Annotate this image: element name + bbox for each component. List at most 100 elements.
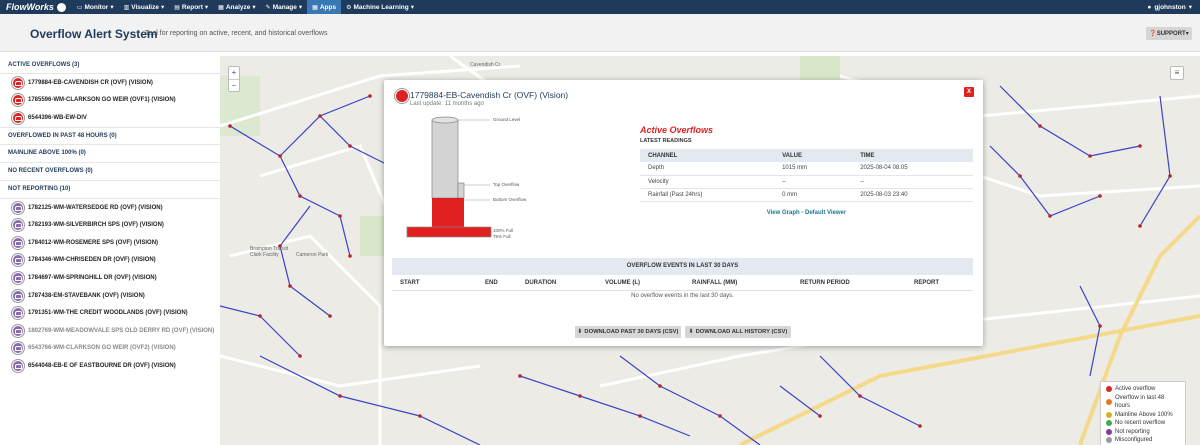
nav-monitor[interactable]: ▭ Monitor ▾ — [72, 0, 119, 14]
legend-dot-icon — [1106, 420, 1112, 427]
manhole-diagram — [406, 116, 492, 238]
user-menu[interactable]: ● gjohnston ▾ — [1147, 3, 1200, 12]
nav-machine-learning[interactable]: ⚙ Machine Learning ▾ — [341, 0, 419, 14]
not-reporting-header[interactable]: NOT REPORTING (10) — [0, 181, 220, 199]
table-row: Depth 1015 mm 2025-08-04 08:05 — [640, 162, 973, 176]
top-navbar: FlowWorks ▭ Monitor ▾ ▥ Visualize ▾ ▤ Report ▾… — [0, 0, 1200, 14]
events-columns: START END DURATION VOLUME (L) RAINFALL (… — [392, 278, 973, 291]
table-row: Velocity -- -- — [640, 175, 973, 189]
site-item[interactable]: 6544048-EB-E OF EASTBOURNE DR (OVF) (VIS… — [0, 357, 220, 375]
table-row: Rainfall (Past 24hrs) 0 mm 2025-08-03 23… — [640, 188, 973, 202]
legend-dot-icon — [1106, 411, 1112, 418]
nav-apps[interactable]: ▦ Apps — [307, 0, 342, 14]
col-duration: DURATION — [525, 280, 557, 286]
legend-dot-icon — [1106, 428, 1112, 435]
zoom-control: + − — [228, 66, 240, 92]
nav-report[interactable]: ▤ Report ▾ — [169, 0, 213, 14]
site-item[interactable]: 1785596-WM-CLARKSON GO WEIR (OVF1) (VISI… — [0, 92, 220, 110]
park-area — [800, 56, 840, 81]
manhole-icon — [12, 271, 24, 284]
active-overflows-header[interactable]: ACTIVE OVERFLOWS (3) — [0, 56, 220, 74]
wrench-icon: ✎ — [265, 4, 271, 11]
view-graph-link[interactable]: View Graph - Default Viewer — [640, 210, 973, 216]
col-value: VALUE — [774, 149, 853, 162]
manhole-icon — [12, 307, 24, 320]
map-label: Cameron Park — [296, 252, 329, 258]
zoom-in-button[interactable]: + — [229, 67, 239, 79]
manhole-icon — [12, 359, 24, 372]
close-button[interactable]: X — [964, 87, 974, 97]
chart-icon: ▥ — [123, 4, 130, 11]
site-item[interactable]: 1782125-WM-WATERSEDGE RD (OVF) (VISION) — [0, 199, 220, 217]
past-48-header[interactable]: OVERFLOWED IN PAST 48 HOURS (0) — [0, 126, 220, 145]
events-header: OVERFLOW EVENTS IN LAST 30 DAYS — [392, 258, 973, 275]
legend-item: Active overflow — [1106, 385, 1180, 394]
caret-icon: ▾ — [410, 4, 414, 11]
manhole-icon — [12, 236, 24, 249]
question-icon: ❓ — [1149, 31, 1157, 37]
active-overflows-title: Active Overflows — [640, 125, 714, 135]
legend-dot-icon — [1106, 399, 1112, 405]
mainline-header[interactable]: MAINLINE ABOVE 100% (0) — [0, 145, 220, 163]
site-item[interactable]: 1784012-WM-ROSEMERE SPS (OVF) (VISION) — [0, 234, 220, 252]
latest-readings-label: LATEST READINGS — [640, 138, 692, 144]
layers-button[interactable]: ≡ — [1170, 66, 1184, 80]
monitor-icon: ▭ — [76, 4, 83, 11]
park-area — [220, 76, 260, 136]
col-rainfall: RAINFALL (MM) — [692, 280, 738, 286]
site-item[interactable]: 1791351-WM-THE CREDIT WOODLANDS (OVF) (V… — [0, 304, 220, 322]
download-30-days-button[interactable]: ⬇ DOWNLOAD PAST 30 DAYS (CSV) — [575, 326, 681, 338]
site-item[interactable]: 1779884-EB-CAVENDISH CR (OVF) (VISION) — [0, 74, 220, 92]
site-sidebar: ACTIVE OVERFLOWS (3) 1779884-EB-CAVENDIS… — [0, 56, 220, 445]
download-icon: ⬇ — [577, 329, 583, 335]
caret-icon: ▾ — [252, 4, 256, 11]
map-label: Cavendish Cr — [470, 62, 501, 68]
map-label: Brampton Transit Clark Facility — [250, 246, 289, 258]
brand-name: FlowWorks — [6, 2, 54, 12]
caret-icon: ▾ — [204, 4, 209, 11]
no-recent-header[interactable]: NO RECENT OVERFLOWS (0) — [0, 163, 220, 181]
legend-item: Overflow in last 48 hours — [1106, 394, 1180, 411]
site-item[interactable]: 1787438-EM-STAVEBANK (OVF) (VISION) — [0, 287, 220, 305]
site-item[interactable]: 1802769-WM-MEADOWVALE SPS OLD DERRY RD (… — [0, 322, 220, 340]
map-legend: Active overflow Overflow in last 48 hour… — [1100, 381, 1186, 445]
manhole-icon — [12, 342, 24, 355]
col-return-period: RETURN PERIOD — [800, 280, 850, 286]
top-overflow-label: Top Overflow — [493, 182, 520, 187]
page-subtitle: Tool for reporting on active, recent, an… — [145, 30, 328, 37]
site-item[interactable]: 6543766-WM-CLARKSON GO WEIR (OVF2) (VISI… — [0, 340, 220, 358]
col-channel: CHANNEL — [640, 149, 775, 162]
site-item[interactable]: 1784697-WM-SPRINGHILL DR (OVF) (VISION) — [0, 269, 220, 287]
zoom-out-button[interactable]: − — [229, 79, 239, 91]
caret-icon: ▾ — [160, 4, 165, 11]
legend-item: Not reporting — [1106, 428, 1180, 437]
user-name: gjohnston — [1154, 3, 1186, 11]
full-100-label: 100% Full — [493, 228, 514, 233]
user-icon: ● — [1147, 3, 1152, 11]
caret-icon: ▾ — [1185, 31, 1189, 37]
col-report: REPORT — [914, 280, 940, 286]
popup-last-update: Last update: 11 months ago — [410, 101, 484, 107]
brand[interactable]: FlowWorks — [0, 2, 72, 12]
no-events-message: No overflow events in the last 30 days. — [631, 293, 734, 299]
bottom-overflow-label: Bottom Overflow — [493, 197, 527, 202]
site-item[interactable]: 6544396-WB-EW-DIV — [0, 109, 220, 127]
analyze-icon: ▦ — [218, 4, 224, 11]
col-time: TIME — [852, 149, 973, 162]
caret-icon: ▾ — [1188, 4, 1192, 11]
download-all-history-button[interactable]: ⬇ DOWNLOAD ALL HISTORY (CSV) — [685, 326, 791, 338]
col-volume: VOLUME (L) — [605, 280, 640, 286]
page-header: Overflow Alert System Tool for reporting… — [0, 14, 1200, 52]
site-popup: 1779884-EB-Cavendish Cr (OVF) (Vision) L… — [384, 80, 983, 346]
nav-analyze[interactable]: ▦ Analyze ▾ — [213, 0, 261, 14]
legend-dot-icon — [1106, 386, 1112, 393]
site-item[interactable]: 1784346-WM-CHRISEDEN DR (OVF) (VISION) — [0, 252, 220, 270]
manhole-icon — [12, 219, 24, 232]
site-item[interactable]: 1782193-WM-SILVERBIRCH SPS (OVF) (VISION… — [0, 216, 220, 234]
manhole-icon — [12, 289, 24, 302]
support-button[interactable]: ❓ SUPPORT ▾ — [1146, 27, 1192, 40]
nav-visualize[interactable]: ▥ Visualize ▾ — [119, 0, 170, 14]
popup-title: 1779884-EB-Cavendish Cr (OVF) (Vision) — [410, 90, 569, 100]
grid-icon: ▦ — [312, 4, 318, 11]
nav-manage[interactable]: ✎ Manage ▾ — [261, 0, 308, 14]
